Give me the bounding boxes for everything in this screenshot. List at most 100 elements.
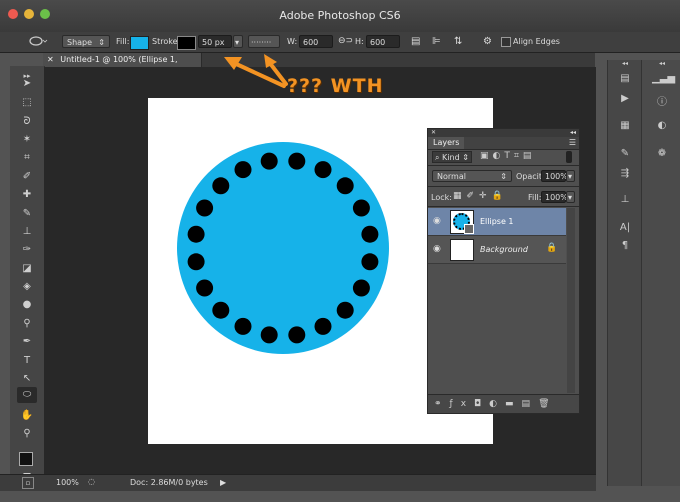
zoom-tool-icon[interactable]: ⚲	[17, 426, 37, 442]
path-alignment-icon[interactable]: ⊫	[432, 35, 441, 48]
status-menu-icon[interactable]: ▶	[220, 478, 226, 487]
layer-name[interactable]: Background	[480, 245, 528, 254]
link-dimensions-icon[interactable]: ⊖⊃	[338, 35, 353, 48]
opacity-input[interactable]: 100%	[541, 170, 568, 182]
collapse-panel-icon[interactable]: ◂◂	[570, 129, 576, 137]
search-icon: ⌕	[435, 153, 440, 162]
paint-bucket-tool-icon[interactable]: ◈	[17, 279, 37, 295]
eye-icon[interactable]: ◉	[433, 244, 441, 254]
brush-panel-icon[interactable]: ✎	[615, 148, 635, 159]
width-input[interactable]: 600 px	[299, 35, 333, 60]
paragraph-panel-icon[interactable]: ¶	[615, 240, 635, 251]
path-arrangement-icon[interactable]: ⇅	[454, 35, 462, 48]
path-operations-icon[interactable]: ▤	[411, 35, 420, 48]
clone-stamp-tool-icon[interactable]: ⊥	[17, 224, 37, 240]
character-panel-icon[interactable]: A|	[615, 222, 635, 233]
height-input[interactable]: 600 px	[366, 35, 400, 60]
layers-scrollbar[interactable]	[567, 208, 575, 393]
fx-icon[interactable]: ƒx	[450, 399, 475, 409]
pen-tool-icon[interactable]: ✒	[17, 334, 37, 350]
stroke-color-swatch[interactable]	[177, 36, 196, 50]
crop-tool-icon[interactable]: ⌗	[17, 150, 37, 166]
add-mask-icon[interactable]: ◘	[474, 399, 489, 409]
layer-thumbnail	[450, 239, 474, 261]
zoom-level[interactable]: 100%	[56, 478, 79, 487]
stroke-dot	[187, 253, 205, 271]
document-tab[interactable]: ✕ Untitled-1 @ 100% (Ellipse 1, RGB/8) *	[43, 53, 202, 78]
blend-mode-select[interactable]: Normal ⇕	[432, 170, 512, 182]
swatches-panel-icon[interactable]: ▦	[615, 120, 635, 131]
fill-label: Fill:	[528, 193, 542, 202]
stroke-dot	[260, 326, 278, 344]
tools-panel: ▸▸ ➤ ⬚ ᘐ ✶ ⌗ ✐ ✚ ✎ ⊥ ✑ ◪ ◈ ● ⚲ ✒ T ↖ ⬭ ✋…	[10, 66, 45, 486]
lock-options-icons[interactable]: ▦✐✛🔒	[453, 191, 508, 201]
adjustments-panel-icon[interactable]: ◐	[652, 120, 672, 131]
collapse-dock-icon[interactable]: ◂◂	[652, 60, 672, 67]
ellipse-tool-preset-icon[interactable]	[28, 35, 48, 48]
document-info[interactable]: Doc: 2.86M/0 bytes	[130, 478, 208, 487]
layer-row-background[interactable]: ◉ Background 🔒	[428, 235, 566, 264]
channels-panel-icon[interactable]: ❁	[652, 148, 672, 159]
clone-source-icon[interactable]: ⊥	[615, 194, 635, 205]
info-panel-icon[interactable]: ⓘ	[652, 93, 672, 108]
path-selection-tool-icon[interactable]: ↖	[17, 371, 37, 387]
tab-layers[interactable]: Layers	[428, 137, 465, 149]
brush-tool-icon[interactable]: ✎	[17, 206, 37, 222]
layer-row-ellipse[interactable]: ◉ Ellipse 1	[428, 208, 566, 235]
eyedropper-tool-icon[interactable]: ✐	[17, 169, 37, 185]
lock-label: Lock:	[431, 193, 452, 202]
gear-icon[interactable]: ⚙	[483, 35, 492, 48]
adjustment-layer-icon[interactable]: ◐	[489, 399, 505, 409]
status-icon[interactable]: ▫	[22, 477, 34, 489]
opacity-dropdown[interactable]: ▾	[566, 170, 575, 182]
annotation-text: ??? WTH	[287, 75, 384, 97]
fill-label: Fill:	[116, 37, 130, 46]
history-panel-icon[interactable]: ▤	[615, 73, 635, 84]
layer-filter-icons[interactable]: ▣◐T⌗▤	[480, 151, 535, 161]
tool-presets-icon[interactable]: ⇶	[615, 168, 635, 179]
fill-input[interactable]: 100%	[541, 191, 568, 203]
fill-dropdown[interactable]: ▾	[566, 191, 575, 203]
tool-mode-select[interactable]: Shape ⇕	[62, 35, 110, 48]
panel-menu-icon[interactable]: ☰	[569, 137, 576, 149]
stroke-dot	[196, 279, 214, 297]
move-tool-icon[interactable]: ➤	[17, 76, 37, 92]
trash-icon[interactable]: 🗑	[538, 399, 557, 409]
lasso-tool-icon[interactable]: ᘐ	[17, 114, 37, 130]
new-layer-icon[interactable]: ▤	[522, 399, 539, 409]
ellipse-fill[interactable]	[177, 142, 389, 354]
close-tab-icon[interactable]: ✕	[47, 55, 54, 64]
type-tool-icon[interactable]: T	[17, 353, 37, 369]
history-brush-tool-icon[interactable]: ✑	[17, 242, 37, 258]
stroke-label: Stroke:	[152, 37, 181, 46]
blur-tool-icon[interactable]: ●	[17, 297, 37, 313]
link-layers-icon[interactable]: ⚭	[434, 399, 450, 409]
hand-tool-icon[interactable]: ✋	[17, 408, 37, 424]
layers-panel-header[interactable]: ✕ ◂◂	[428, 129, 579, 137]
eye-icon[interactable]: ◉	[433, 216, 441, 226]
close-panel-icon[interactable]: ✕	[431, 129, 436, 136]
layer-name[interactable]: Ellipse 1	[480, 217, 514, 226]
ellipse-tool-icon[interactable]: ⬭	[17, 387, 37, 403]
stroke-dot	[196, 199, 214, 217]
eraser-tool-icon[interactable]: ◪	[17, 261, 37, 277]
stroke-dot	[336, 177, 354, 195]
healing-brush-tool-icon[interactable]: ✚	[17, 187, 37, 203]
new-group-icon[interactable]: ▬	[505, 399, 522, 409]
collapse-dock-icon[interactable]: ◂◂	[615, 60, 635, 67]
stroke-dot	[288, 326, 306, 344]
stroke-dot	[314, 161, 332, 179]
stroke-dot	[234, 317, 252, 335]
quick-selection-tool-icon[interactable]: ✶	[17, 132, 37, 148]
dodge-tool-icon[interactable]: ⚲	[17, 316, 37, 332]
actions-panel-icon[interactable]: ▶	[615, 93, 635, 104]
histogram-panel-icon[interactable]: ▁▃▅	[652, 73, 675, 84]
filter-toggle[interactable]	[566, 151, 572, 163]
fill-color-swatch[interactable]	[130, 36, 149, 50]
status-preview-icon[interactable]: ◌	[88, 477, 95, 486]
align-edges-checkbox[interactable]	[501, 37, 511, 47]
layer-filter-select[interactable]: ⌕ Kind ⇕	[432, 151, 472, 163]
lock-icon: 🔒	[546, 243, 558, 253]
marquee-tool-icon[interactable]: ⬚	[17, 95, 37, 111]
foreground-color-swatch[interactable]	[19, 452, 33, 466]
